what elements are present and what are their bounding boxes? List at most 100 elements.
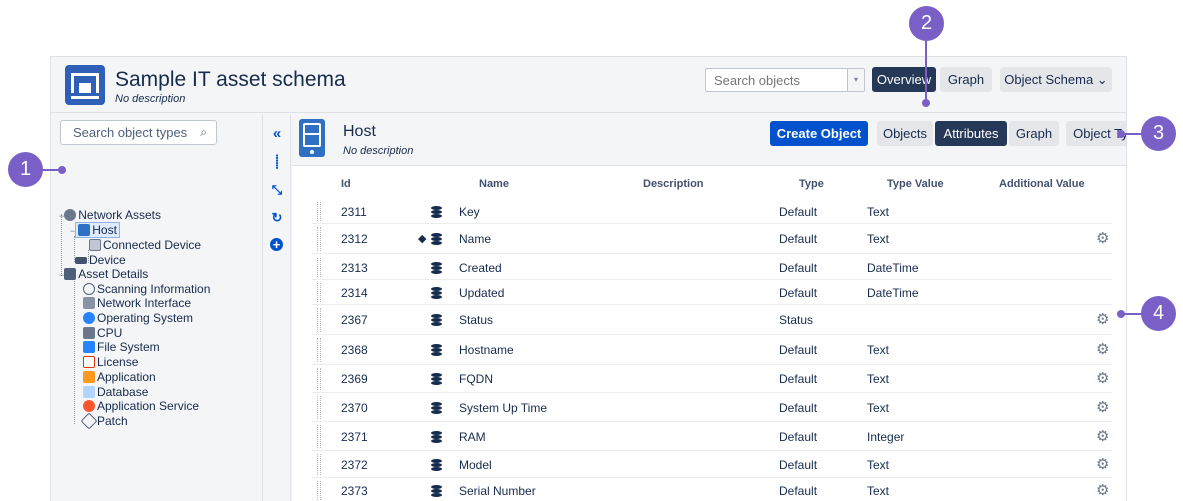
create-object-button[interactable]: Create Object: [770, 121, 868, 146]
gear-icon[interactable]: ⚙: [1096, 371, 1109, 386]
tree-item-connected-device[interactable]: Connected Device: [89, 238, 201, 253]
table-row[interactable]: 2371 RAM Default Integer ⚙: [312, 422, 1112, 451]
cell-name: Created: [459, 261, 502, 275]
drag-handle-icon[interactable]: [317, 425, 321, 448]
license-icon: [83, 356, 95, 368]
tree-item-label: Host: [92, 223, 117, 237]
patch-icon: [80, 412, 98, 430]
table-row[interactable]: 2313 Created Default DateTime: [312, 255, 1112, 280]
table-row[interactable]: 2372 Model Default Text ⚙: [312, 451, 1112, 478]
table-row[interactable]: 2368 Hostname Default Text ⚙: [312, 335, 1112, 365]
cell-type: Default: [779, 261, 818, 275]
cell-type-value: Text: [867, 401, 890, 415]
drag-handle-icon[interactable]: [317, 283, 321, 302]
drag-handle-icon[interactable]: [317, 308, 321, 332]
tree-item-network-interface[interactable]: Network Interface: [83, 296, 191, 311]
gear-icon[interactable]: ⚙: [1096, 342, 1109, 357]
refresh-icon[interactable]: ↻: [269, 210, 285, 226]
add-object-type-icon[interactable]: +: [270, 238, 283, 251]
tree-item-scanning-information[interactable]: Scanning Information: [83, 282, 210, 297]
tab-attributes[interactable]: Attributes: [935, 121, 1007, 146]
tree-item-asset-details[interactable]: − Asset Details: [59, 267, 148, 282]
tree-item-label: License: [97, 355, 139, 369]
cell-type-value: Integer: [867, 430, 905, 444]
gear-icon[interactable]: ⚙: [1096, 483, 1109, 498]
table-row[interactable]: 2312 ◆ Name Default Text ⚙: [312, 224, 1112, 254]
search-object-types-input[interactable]: Search object types ⌕: [60, 120, 217, 145]
schema-title: Sample IT asset schema: [115, 68, 346, 91]
search-dropdown-icon[interactable]: ▾: [847, 69, 864, 91]
cell-type: Status: [779, 313, 814, 327]
tree-item-label: Asset Details: [78, 267, 149, 281]
table-row[interactable]: 2311 Key Default Text: [312, 199, 1112, 224]
drag-handle-icon[interactable]: [317, 368, 321, 390]
table-row[interactable]: 2369 FQDN Default Text ⚙: [312, 365, 1112, 393]
graph-button[interactable]: Graph: [940, 67, 992, 92]
interface-icon: [83, 297, 95, 309]
tree-item-application-service[interactable]: Application Service: [83, 399, 199, 414]
cell-type-value: Text: [867, 205, 890, 219]
table-row[interactable]: 2367 Status Status ⚙: [312, 305, 1112, 335]
cell-type: Default: [779, 286, 818, 300]
tree-item-patch[interactable]: Patch: [80, 412, 128, 430]
tree-item-network-assets[interactable]: − Network Assets: [59, 208, 161, 223]
drag-handle-icon[interactable]: [317, 202, 321, 221]
drag-handle-icon[interactable]: [317, 396, 321, 419]
callout-3-dot: [1117, 130, 1125, 138]
cell-name: RAM: [459, 430, 486, 444]
column-header-name: Name: [479, 178, 509, 190]
cell-name: Serial Number: [459, 484, 536, 498]
search-objects-input[interactable]: [705, 68, 865, 92]
cell-name: FQDN: [459, 372, 493, 386]
tree-item-operating-system[interactable]: Operating System: [83, 311, 193, 326]
tree-item-application[interactable]: Application: [83, 370, 156, 385]
cell-type: Default: [779, 343, 818, 357]
tree-item-license[interactable]: License: [83, 355, 138, 370]
drag-handle-icon[interactable]: [317, 258, 321, 277]
tree-item-label: File System: [97, 340, 160, 354]
gear-icon[interactable]: ⚙: [1096, 400, 1109, 415]
table-row[interactable]: 2314 Updated Default DateTime: [312, 280, 1112, 305]
network-icon: [64, 209, 77, 221]
os-icon: [83, 312, 95, 324]
tree-item-file-system[interactable]: File System: [83, 340, 160, 355]
cell-name: Hostname: [459, 343, 514, 357]
database-icon: [431, 314, 442, 326]
gear-icon[interactable]: ⚙: [1096, 231, 1109, 246]
callout-3-line: [1122, 133, 1142, 135]
object-type-header: Host No description Create Object Object…: [292, 114, 1126, 166]
callout-2: 2: [909, 6, 944, 41]
drag-handle-icon[interactable]: [317, 338, 321, 362]
object-schema-dropdown[interactable]: Object Schema ⌄: [1000, 67, 1112, 92]
tree-item-database[interactable]: Database: [83, 385, 148, 400]
collapse-sidebar-icon[interactable]: «: [269, 126, 285, 142]
cell-id: 2368: [341, 343, 368, 357]
cpu-icon: [83, 327, 95, 339]
drag-handle-icon[interactable]: [317, 227, 321, 251]
gear-icon[interactable]: ⚙: [1096, 312, 1109, 327]
compress-icon[interactable]: ⤡: [269, 182, 285, 198]
tree-connector: [74, 281, 75, 424]
table-row[interactable]: 2373 Serial Number Default Text ⚙: [312, 478, 1112, 501]
cell-id: 2313: [341, 261, 368, 275]
gear-icon[interactable]: ⚙: [1096, 429, 1109, 444]
tree-item-cpu[interactable]: CPU: [83, 326, 122, 341]
database-icon: [431, 485, 442, 497]
tree-item-host[interactable]: − Host: [70, 222, 120, 238]
tree-item-device[interactable]: Device: [75, 253, 126, 268]
database-icon: [83, 386, 95, 398]
schema-description: No description: [115, 93, 186, 105]
drag-handle-icon[interactable]: [317, 454, 321, 475]
tab-objects[interactable]: Objects: [877, 121, 933, 146]
gear-icon[interactable]: ⚙: [1096, 457, 1109, 472]
router-icon: [75, 257, 87, 264]
cell-type-value: Text: [867, 458, 890, 472]
hierarchy-icon[interactable]: ⸽: [269, 154, 285, 170]
cell-type: Default: [779, 205, 818, 219]
tab-graph[interactable]: Graph: [1009, 121, 1059, 146]
drag-handle-icon[interactable]: [317, 481, 321, 500]
tree-item-label: Scanning Information: [97, 282, 211, 296]
object-type-panel: Host No description Create Object Object…: [292, 114, 1126, 501]
table-row[interactable]: 2370 System Up Time Default Text ⚙: [312, 393, 1112, 422]
search-object-types-placeholder: Search object types: [73, 125, 188, 140]
